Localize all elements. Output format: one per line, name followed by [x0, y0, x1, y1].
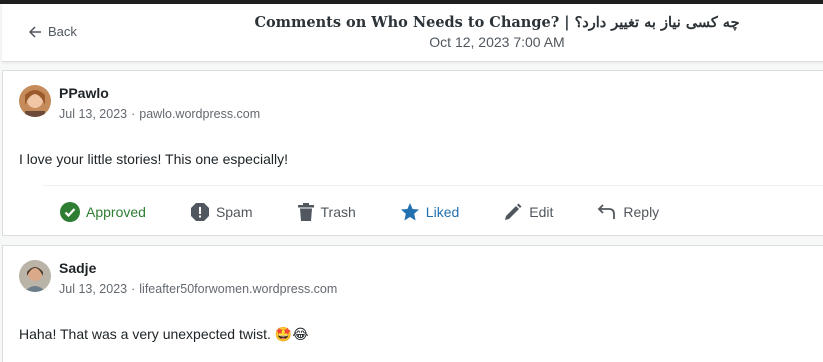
- back-label: Back: [48, 24, 77, 39]
- trash-icon: [297, 202, 314, 221]
- trash-button[interactable]: Trash: [281, 202, 356, 222]
- comment-date[interactable]: Jul 13, 2023: [59, 107, 127, 121]
- comment-author[interactable]: Sadje: [59, 260, 96, 276]
- comment-text-body: Haha! That was a very unexpected twist.: [19, 326, 271, 342]
- arrow-left-icon: [28, 25, 41, 38]
- reply-label: Reply: [623, 203, 660, 220]
- liked-label: Liked: [425, 203, 460, 220]
- like-button[interactable]: Liked: [384, 202, 459, 222]
- comment-site[interactable]: lifeafter50forwomen.wordpress.com: [139, 282, 337, 296]
- comment-author[interactable]: PPawlo: [59, 85, 109, 101]
- comment-meta: Jul 13, 2023 · lifeafter50forwomen.wordpre…: [59, 282, 338, 296]
- page-subtitle: Oct 12, 2023 7:00 AM: [429, 34, 565, 50]
- avatar[interactable]: [19, 85, 51, 117]
- approved-button[interactable]: Approved: [43, 201, 146, 222]
- reply-icon: [598, 203, 616, 219]
- comment-text: I love your little stories! This one esp…: [19, 151, 288, 167]
- page-title: Comments on Who Needs to Change? | چه کس…: [254, 14, 740, 31]
- approved-label: Approved: [86, 203, 146, 220]
- trash-label: Trash: [320, 203, 356, 220]
- avatar[interactable]: [19, 260, 51, 292]
- pencil-icon: [505, 203, 522, 220]
- star-icon: [400, 202, 419, 220]
- spam-icon: [190, 202, 209, 221]
- title-block: Comments on Who Needs to Change? | چه کس…: [242, 14, 752, 50]
- comment-card: Sadje Jul 13, 2023 · lifeafter50forwomen.w…: [2, 245, 823, 362]
- comment-date[interactable]: Jul 13, 2023: [59, 282, 127, 296]
- comment-meta: Jul 13, 2023 · pawlo.wordpress.com: [59, 107, 261, 121]
- back-button[interactable]: Back: [28, 24, 77, 39]
- comment-card: PPawlo Jul 13, 2023 · pawlo.wordpress.com …: [2, 70, 823, 236]
- edit-label: Edit: [529, 203, 554, 220]
- page-header: Back Comments on Who Needs to Change? | …: [2, 4, 823, 62]
- reply-button[interactable]: Reply: [581, 202, 659, 222]
- spam-label: Spam: [215, 203, 253, 220]
- spam-button[interactable]: Spam: [174, 202, 253, 222]
- check-circle-icon: [60, 201, 80, 222]
- comment-actions: Approved Spam Trash Liked Edit Reply: [43, 185, 823, 237]
- comment-text: Haha! That was a very unexpected twist. …: [19, 326, 309, 343]
- comment-site[interactable]: pawlo.wordpress.com: [139, 107, 260, 121]
- emoji: 🤩😂: [274, 326, 309, 342]
- edit-button[interactable]: Edit: [487, 202, 553, 222]
